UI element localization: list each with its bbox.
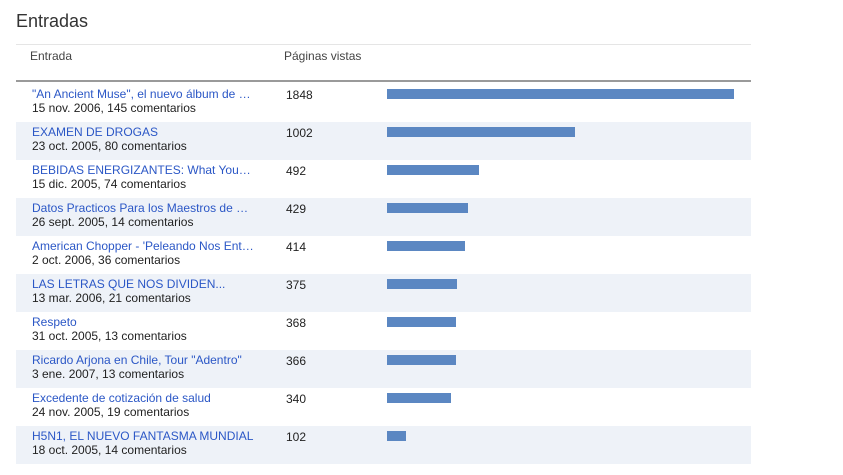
entry-title-link[interactable]: Datos Practicos Para los Maestros de Esc… bbox=[32, 201, 254, 215]
views-bar bbox=[387, 431, 406, 441]
views-bar-track bbox=[387, 393, 734, 403]
views-bar-track bbox=[387, 203, 734, 213]
entry-views: 1848 bbox=[286, 88, 313, 102]
entry-meta: 31 oct. 2005, 13 comentarios bbox=[32, 329, 187, 343]
page-title: Entradas bbox=[16, 11, 89, 31]
entry-views: 368 bbox=[286, 316, 307, 330]
table-row: Datos Practicos Para los Maestros de Esc… bbox=[16, 198, 751, 236]
views-bar-track bbox=[387, 165, 734, 175]
entry-views: 366 bbox=[286, 354, 307, 368]
views-bar-track bbox=[387, 317, 734, 327]
table-row: "An Ancient Muse", el nuevo álbum de Lor… bbox=[16, 84, 751, 122]
entry-title-link[interactable]: BEBIDAS ENERGIZANTES: What You Need to K… bbox=[32, 163, 254, 177]
entries-table: Entrada Páginas vistas "An Ancient Muse"… bbox=[16, 44, 751, 464]
entry-views: 429 bbox=[286, 202, 307, 216]
table-body: "An Ancient Muse", el nuevo álbum de Lor… bbox=[16, 84, 751, 464]
views-bar bbox=[387, 203, 468, 213]
column-header-views: Páginas vistas bbox=[284, 49, 362, 63]
views-bar bbox=[387, 89, 734, 99]
table-row: LAS LETRAS QUE NOS DIVIDEN... 13 mar. 200… bbox=[16, 274, 751, 312]
entry-views: 414 bbox=[286, 240, 307, 254]
table-row: Respeto 31 oct. 2005, 13 comentarios 368 bbox=[16, 312, 751, 350]
entry-title-link[interactable]: Respeto bbox=[32, 315, 254, 329]
views-bar bbox=[387, 355, 456, 365]
views-bar bbox=[387, 393, 451, 403]
entry-meta: 15 dic. 2005, 74 comentarios bbox=[32, 177, 187, 191]
entry-meta: 24 nov. 2005, 19 comentarios bbox=[32, 405, 190, 419]
entry-meta: 23 oct. 2005, 80 comentarios bbox=[32, 139, 187, 153]
views-bar bbox=[387, 165, 479, 175]
table-row: American Chopper - 'Peleando Nos Entende… bbox=[16, 236, 751, 274]
entry-meta: 13 mar. 2006, 21 comentarios bbox=[32, 291, 191, 305]
views-bar bbox=[387, 317, 456, 327]
entry-meta: 15 nov. 2006, 145 comentarios bbox=[32, 101, 196, 115]
entry-meta: 3 ene. 2007, 13 comentarios bbox=[32, 367, 185, 381]
entry-meta: 26 sept. 2005, 14 comentarios bbox=[32, 215, 194, 229]
entry-title-link[interactable]: EXAMEN DE DROGAS bbox=[32, 125, 254, 139]
entry-views: 492 bbox=[286, 164, 307, 178]
table-row: H5N1, EL NUEVO FANTASMA MUNDIAL 18 oct. 2… bbox=[16, 426, 751, 464]
entry-title-link[interactable]: Ricardo Arjona en Chile, Tour "Adentro" bbox=[32, 353, 254, 367]
entry-meta: 18 oct. 2005, 14 comentarios bbox=[32, 443, 187, 457]
entry-views: 375 bbox=[286, 278, 307, 292]
entry-views: 102 bbox=[286, 430, 307, 444]
table-row: Excedente de cotización de salud 24 nov. … bbox=[16, 388, 751, 426]
entry-title-link[interactable]: H5N1, EL NUEVO FANTASMA MUNDIAL bbox=[32, 429, 254, 443]
views-bar-track bbox=[387, 279, 734, 289]
table-row: EXAMEN DE DROGAS 23 oct. 2005, 80 comenta… bbox=[16, 122, 751, 160]
views-bar-track bbox=[387, 89, 734, 99]
column-header-entry: Entrada bbox=[30, 49, 73, 63]
entry-title-link[interactable]: "An Ancient Muse", el nuevo álbum de Lor… bbox=[32, 87, 254, 101]
entry-meta: 2 oct. 2006, 36 comentarios bbox=[32, 253, 181, 267]
views-bar-track bbox=[387, 431, 734, 441]
entry-views: 340 bbox=[286, 392, 307, 406]
views-bar-track bbox=[387, 355, 734, 365]
views-bar bbox=[387, 279, 457, 289]
entry-title-link[interactable]: American Chopper - 'Peleando Nos Entende… bbox=[32, 239, 254, 253]
views-bar-track bbox=[387, 241, 734, 251]
entry-views: 1002 bbox=[286, 126, 313, 140]
views-bar bbox=[387, 241, 465, 251]
entry-title-link[interactable]: LAS LETRAS QUE NOS DIVIDEN... bbox=[32, 277, 254, 291]
table-row: Ricardo Arjona en Chile, Tour "Adentro" 3… bbox=[16, 350, 751, 388]
table-row: BEBIDAS ENERGIZANTES: What You Need to K… bbox=[16, 160, 751, 198]
views-bar-track bbox=[387, 127, 734, 137]
table-header: Entrada Páginas vistas bbox=[16, 44, 751, 82]
entry-title-link[interactable]: Excedente de cotización de salud bbox=[32, 391, 254, 405]
views-bar bbox=[387, 127, 575, 137]
